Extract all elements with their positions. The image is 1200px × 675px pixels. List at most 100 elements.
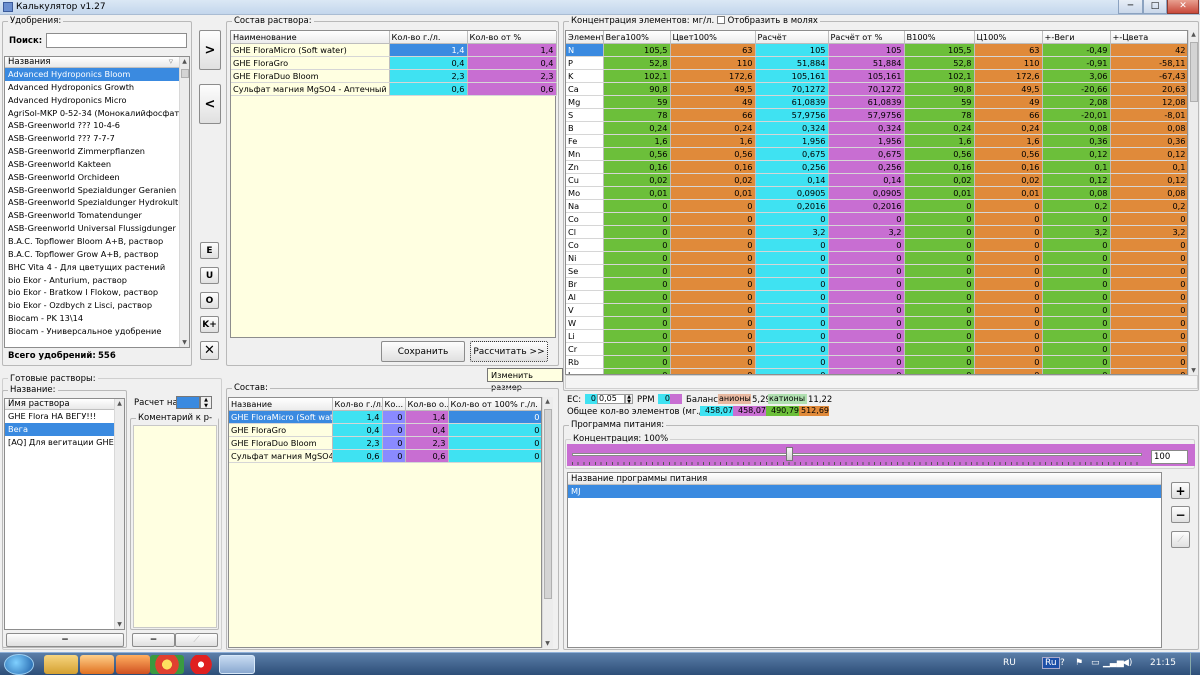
- conc-value[interactable]: 0,24: [603, 121, 671, 136]
- conc-row[interactable]: S 78 66 57,9756 57,9756 78 66 -20,01 -8,01: [566, 108, 1187, 123]
- conc-value[interactable]: 0: [755, 342, 829, 357]
- conc-value[interactable]: 0,02: [670, 173, 756, 188]
- conc-value[interactable]: 0,12: [1110, 173, 1187, 188]
- conc-value[interactable]: 0: [1110, 264, 1187, 279]
- conc-value[interactable]: 63: [670, 43, 756, 58]
- solution-col-pct[interactable]: Кол-во от %: [467, 31, 557, 45]
- conc-value[interactable]: -20,66: [1042, 82, 1111, 97]
- conc-value[interactable]: 0,16: [974, 160, 1043, 175]
- conc-row[interactable]: Ni 0 0 0 0 0 0 0 0: [566, 251, 1187, 266]
- conc-row[interactable]: Zn 0,16 0,16 0,256 0,256 0,16 0,16 0,1 0,1: [566, 160, 1187, 175]
- conc-value[interactable]: 0: [670, 199, 756, 214]
- comp-row[interactable]: GHE FloraGro 0,4 0 0,4 0: [229, 423, 541, 438]
- solution-row[interactable]: GHE FloraDuo Bloom 2,3 2,3: [231, 69, 557, 84]
- conc-value[interactable]: 0: [974, 329, 1043, 344]
- fertilizer-item[interactable]: AgriSol-MKP 0-52-34 (Монокалийфосфат): [5, 107, 189, 120]
- conc-value[interactable]: 57,9756: [828, 108, 905, 123]
- conc-value[interactable]: 0,16: [603, 160, 671, 175]
- conc-element[interactable]: Cr: [566, 342, 604, 357]
- conc-value[interactable]: 0: [755, 355, 829, 370]
- conc-value[interactable]: 0,56: [974, 147, 1043, 162]
- solution-cell-qty[interactable]: 2,3: [389, 69, 468, 84]
- fertilizer-item[interactable]: Advanced Hydroponics Bloom: [5, 68, 189, 81]
- conc-value[interactable]: 0: [904, 251, 975, 266]
- conc-row[interactable]: Mg 59 49 61,0839 61,0839 59 49 2,08 12,08: [566, 95, 1187, 110]
- edit-comment-icon[interactable]: ⟋: [175, 633, 218, 647]
- conc-scroll-thumb[interactable]: [1190, 42, 1198, 102]
- comp-col-header[interactable]: Ко...: [382, 398, 406, 412]
- conc-value[interactable]: 105,161: [828, 69, 905, 84]
- scroll-thumb[interactable]: [181, 69, 189, 78]
- conc-value[interactable]: 0,36: [1110, 134, 1187, 149]
- conc-col-header[interactable]: Цвет100%: [670, 31, 756, 45]
- conc-value[interactable]: 0: [974, 199, 1043, 214]
- concentration-hscroll[interactable]: [565, 375, 1198, 389]
- ec-spinner[interactable]: 0,05: [597, 394, 625, 404]
- ime-indicator[interactable]: Ru: [1042, 657, 1060, 669]
- conc-value[interactable]: 0: [974, 251, 1043, 266]
- conc-value[interactable]: 3,2: [755, 225, 829, 240]
- conc-value[interactable]: 0,01: [904, 186, 975, 201]
- fertilizer-item[interactable]: B.A.C. Topflower Bloom A+B, раствор: [5, 235, 189, 248]
- conc-col-header[interactable]: Ц100%: [974, 31, 1043, 45]
- language-indicator[interactable]: RU: [1003, 658, 1016, 668]
- conc-value[interactable]: 0: [670, 329, 756, 344]
- conc-value[interactable]: 0: [603, 199, 671, 214]
- calc-for-value[interactable]: [176, 396, 200, 409]
- add-button[interactable]: >: [199, 30, 221, 70]
- conc-value[interactable]: 105: [828, 43, 905, 58]
- conc-row[interactable]: Al 0 0 0 0 0 0 0 0: [566, 290, 1187, 305]
- conc-value[interactable]: 0: [974, 303, 1043, 318]
- conc-value[interactable]: 0: [828, 264, 905, 279]
- comp-cell-value[interactable]: 2,3: [405, 436, 449, 451]
- conc-value[interactable]: 2,08: [1042, 95, 1111, 110]
- conc-value[interactable]: 0: [755, 251, 829, 266]
- composition-grid[interactable]: Название Кол-во г./л. Ко... Кол-во о... Кол-…: [228, 397, 542, 648]
- conc-value[interactable]: 0: [603, 355, 671, 370]
- conc-value[interactable]: 0,56: [603, 147, 671, 162]
- conc-value[interactable]: 63: [974, 43, 1043, 58]
- conc-value[interactable]: 0: [603, 316, 671, 331]
- calc-for-spinner-icon[interactable]: ▲ ▼: [200, 396, 212, 409]
- chrome-icon[interactable]: [150, 655, 184, 674]
- conc-value[interactable]: 105,161: [755, 69, 829, 84]
- ready-solutions-header[interactable]: Имя раствора: [5, 399, 124, 410]
- conc-row[interactable]: Co 0 0 0 0 0 0 0 0: [566, 238, 1187, 253]
- conc-value[interactable]: 0: [670, 290, 756, 305]
- solution-grid[interactable]: Наименование Кол-во г./л. Кол-во от % GH…: [230, 30, 557, 338]
- conc-value[interactable]: 0: [1042, 290, 1111, 305]
- solution-cell-pct[interactable]: 0,4: [467, 56, 557, 71]
- conc-value[interactable]: 105: [755, 43, 829, 58]
- conc-value[interactable]: 0: [904, 264, 975, 279]
- conc-col-header[interactable]: Расчёт от %: [828, 31, 905, 45]
- conc-row[interactable]: Fe 1,6 1,6 1,956 1,956 1,6 1,6 0,36 0,36: [566, 134, 1187, 149]
- conc-row[interactable]: Na 0 0 0,2016 0,2016 0 0 0,2 0,2: [566, 199, 1187, 214]
- conc-element[interactable]: Rb: [566, 355, 604, 370]
- conc-value[interactable]: 0: [603, 277, 671, 292]
- conc-value[interactable]: 0,16: [904, 160, 975, 175]
- solution-row[interactable]: Сульфат магния MgSO4 - Аптечный 25%0,60,…: [231, 82, 557, 97]
- conc-value[interactable]: 0: [904, 316, 975, 331]
- conc-value[interactable]: 0: [603, 225, 671, 240]
- conc-element[interactable]: Co: [566, 212, 604, 227]
- program-list-header[interactable]: Название программы питания: [568, 473, 1161, 485]
- conc-value[interactable]: 0: [1042, 316, 1111, 331]
- conc-col-header[interactable]: Расчёт: [755, 31, 829, 45]
- conc-value[interactable]: 0: [828, 277, 905, 292]
- solution-cell-pct[interactable]: 0,6: [467, 82, 557, 97]
- conc-value[interactable]: 0: [755, 303, 829, 318]
- conc-value[interactable]: 0: [755, 238, 829, 253]
- solution-cell-name[interactable]: Сульфат магния MgSO4 - Аптечный 25%: [231, 82, 390, 97]
- conc-value[interactable]: 70,1272: [828, 82, 905, 97]
- conc-value[interactable]: 0: [828, 342, 905, 357]
- conc-value[interactable]: 0: [1042, 355, 1111, 370]
- conc-value[interactable]: 0: [603, 264, 671, 279]
- conc-value[interactable]: 1,956: [755, 134, 829, 149]
- conc-value[interactable]: 0: [1110, 212, 1187, 227]
- conc-value[interactable]: 0: [974, 277, 1043, 292]
- scroll-down-icon[interactable]: ▼: [180, 338, 189, 347]
- conc-value[interactable]: 0,24: [974, 121, 1043, 136]
- conc-value[interactable]: 0: [1042, 212, 1111, 227]
- remove-program-button[interactable]: −: [1171, 506, 1190, 523]
- comp-cell-value[interactable]: 0,4: [332, 423, 383, 438]
